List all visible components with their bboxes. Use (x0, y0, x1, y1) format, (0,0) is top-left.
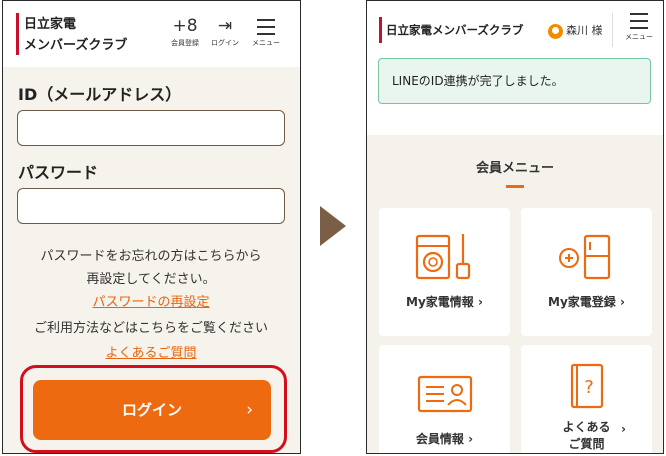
card-faq[interactable]: ? よくある ご質問 › (521, 345, 652, 453)
svg-text:?: ? (584, 377, 594, 398)
chevron-right-icon: › (620, 295, 625, 309)
login-button[interactable]: ログイン › (33, 380, 271, 440)
hamburger-menu-icon (617, 10, 661, 32)
member-register-icon: +8 (172, 16, 198, 36)
forgot-password-text-2: 再設定してください。 (86, 272, 216, 287)
faq-book-icon: ? (570, 363, 604, 409)
chevron-right-icon: › (478, 295, 483, 309)
faq-link[interactable]: よくあるご質問 (3, 342, 299, 361)
forgot-password-text-1: パスワードをお忘れの方はこちらから (40, 249, 262, 264)
line-link-success-notice: LINEのID連携が完了しました。 (378, 58, 651, 104)
chevron-right-icon: › (468, 432, 474, 446)
usage-guide-text: ご利用方法などはこちらをご覧ください (33, 321, 268, 336)
chevron-right-icon: › (246, 400, 253, 420)
menu-button[interactable]: メニュー (617, 10, 661, 42)
menu-button[interactable]: メニュー (246, 16, 286, 48)
card-member-info[interactable]: 会員情報 › (379, 345, 510, 453)
site-logo[interactable]: 日立家電メンバーズクラブ (386, 22, 523, 38)
login-screen: 日立家電 メンバーズクラブ +8 会員登録 ⇥ ログイン メニュー ID（メール… (2, 0, 301, 454)
header-divider (612, 13, 613, 47)
section-title: 会員メニュー (475, 161, 554, 176)
login-icon: ⇥ (217, 16, 233, 36)
section-title-underline (506, 185, 524, 188)
site-header: 日立家電メンバーズクラブ 森川 様 メニュー (367, 1, 663, 59)
user-account[interactable]: 森川 様 (548, 22, 603, 39)
card-my-appliance-register[interactable]: My家電登録 › (521, 208, 652, 336)
chevron-right-icon: › (621, 422, 626, 436)
site-logo[interactable]: 日立家電 メンバーズクラブ (24, 14, 144, 56)
password-input[interactable] (17, 188, 285, 224)
id-email-input[interactable] (17, 110, 285, 146)
password-label: パスワード (18, 163, 99, 182)
comparison-stage: 日立家電 メンバーズクラブ +8 会員登録 ⇥ ログイン メニュー ID（メール… (0, 0, 666, 456)
card-my-appliance-info[interactable]: My家電情報 › (379, 208, 510, 336)
password-reset-link[interactable]: パスワードの再設定 (3, 291, 299, 310)
site-header: 日立家電 メンバーズクラブ +8 会員登録 ⇥ ログイン メニュー (3, 1, 300, 67)
brand-accent-bar (16, 13, 19, 55)
appliance-info-icon (415, 234, 471, 280)
transition-arrow-icon (320, 206, 346, 246)
member-info-icon (417, 375, 473, 413)
member-top-screen: 日立家電メンバーズクラブ 森川 様 メニュー LINEのID連携が完了しました。… (366, 0, 664, 454)
login-header-button[interactable]: ⇥ ログイン (206, 16, 244, 48)
appliance-register-icon (559, 234, 611, 280)
user-avatar-icon (548, 23, 563, 39)
brand-accent-bar (379, 17, 382, 43)
id-label: ID（メールアドレス） (18, 85, 182, 104)
member-register-button[interactable]: +8 会員登録 (166, 16, 204, 48)
hamburger-menu-icon (246, 16, 286, 38)
